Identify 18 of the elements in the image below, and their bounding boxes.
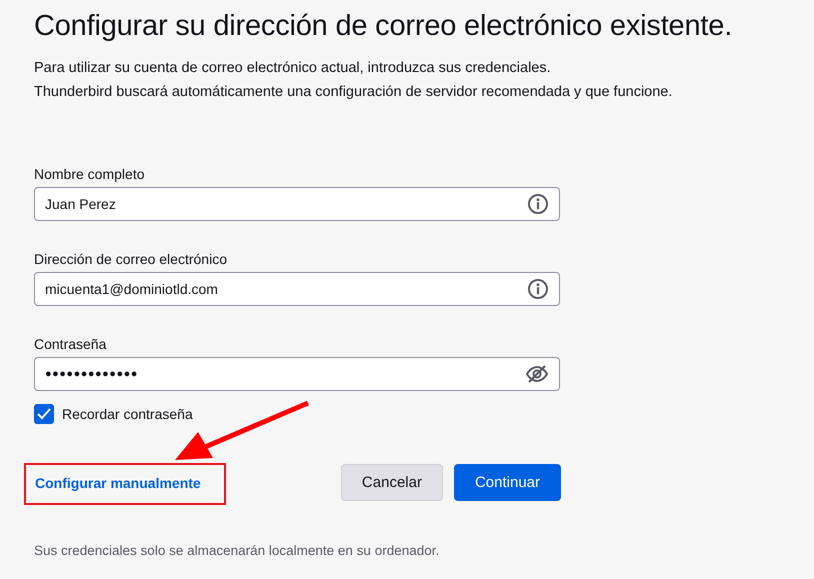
info-icon[interactable]: [527, 278, 549, 300]
hide-password-icon[interactable]: [525, 363, 549, 385]
manual-setup-link[interactable]: Configurar manualmente: [34, 474, 202, 490]
footer-note: Sus credenciales solo se almacenarán localmente en su ordenador.: [34, 543, 440, 558]
input-field[interactable]: Juan Perez: [34, 187, 560, 221]
continue-button[interactable]: Continuar: [454, 464, 561, 501]
info-icon[interactable]: [527, 193, 549, 215]
checkbox[interactable]: [34, 404, 54, 424]
field-label: Dirección de correo electrónico: [34, 250, 228, 268]
input-field[interactable]: ●●●●●●●●●●●●●: [34, 357, 560, 391]
page-title: Configurar su dirección de correo electrónico existente.: [34, 9, 734, 44]
input-field[interactable]: micuenta1@dominiotld.com: [34, 272, 560, 306]
cancel-button[interactable]: Cancelar: [340, 464, 443, 501]
description-text: Thunderbird buscará automáticamente una configuración de servidor recomendada y que funcione.: [34, 83, 674, 102]
field-label: Nombre completo: [34, 165, 146, 183]
field-label: Contraseña: [34, 335, 108, 353]
description-text: Para utilizar su cuenta de correo electrónico actual, introduzca sus credenciales.: [34, 59, 552, 78]
checkbox-label: Recordar contraseña: [62, 406, 193, 422]
